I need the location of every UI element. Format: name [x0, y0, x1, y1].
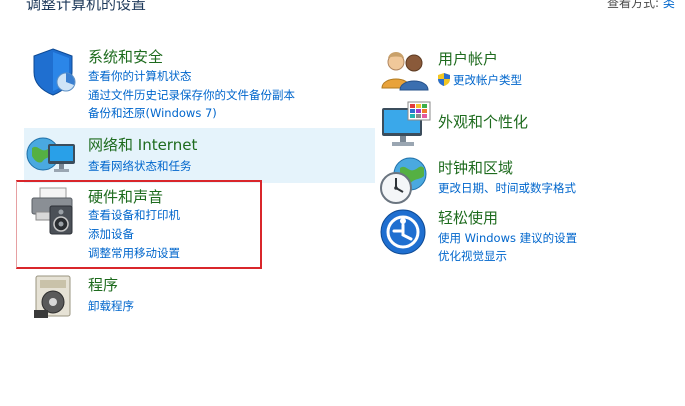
link-backup-restore[interactable]: 备份和还原(Windows 7) [88, 105, 217, 121]
network-globe-icon [26, 137, 75, 172]
view-by-value[interactable]: 类 [663, 0, 675, 10]
category-title-network-internet[interactable]: 网络和 Internet [88, 134, 197, 155]
link-optimize-visual-display[interactable]: 优化视觉显示 [438, 248, 507, 264]
page-title: 调整计算机的设置 [26, 0, 147, 13]
link-change-account-type-label: 更改帐户类型 [453, 73, 522, 87]
view-by-label: 查看方式: [607, 0, 660, 10]
link-add-device[interactable]: 添加设备 [88, 226, 134, 242]
category-programs: 程序 卸载程序 [24, 272, 254, 322]
printer-speaker-icon[interactable] [26, 186, 78, 236]
category-title-system-security[interactable]: 系统和安全 [88, 46, 163, 67]
category-system-security: 系统和安全 查看你的计算机状态 通过文件历史记录保存你的文件备份副本 备份和还原… [24, 42, 364, 122]
link-file-history[interactable]: 通过文件历史记录保存你的文件备份副本 [88, 87, 295, 103]
ease-of-access-icon[interactable] [380, 209, 426, 255]
link-windows-suggested-settings[interactable]: 使用 Windows 建议的设置 [438, 230, 577, 246]
category-network-internet[interactable]: 网络和 Internet 查看网络状态和任务 [24, 128, 375, 183]
appearance-monitor-icon[interactable] [380, 100, 432, 150]
control-panel-page: 调整计算机的设置 查看方式: 类 系统和安全 查看你的计算机状态 通过文件历史记… [0, 0, 685, 406]
category-title-programs[interactable]: 程序 [88, 274, 118, 295]
category-clock-region: 时钟和区域 更改日期、时间或数字格式 [378, 154, 678, 204]
category-title-appearance[interactable]: 外观和个性化 [438, 111, 528, 132]
link-mobility-settings[interactable]: 调整常用移动设置 [88, 245, 180, 261]
view-by[interactable]: 查看方式: 类 [607, 0, 675, 11]
link-devices-printers[interactable]: 查看设备和打印机 [88, 207, 180, 223]
category-title-ease-of-access[interactable]: 轻松使用 [438, 207, 498, 228]
link-network-status[interactable]: 查看网络状态和任务 [88, 158, 192, 174]
category-appearance: 外观和个性化 [378, 100, 678, 150]
category-title-clock-region[interactable]: 时钟和区域 [438, 157, 513, 178]
users-icon[interactable] [380, 48, 430, 92]
category-title-user-accounts[interactable]: 用户帐户 [438, 48, 498, 69]
uac-shield-icon [438, 73, 450, 86]
link-view-computer-status[interactable]: 查看你的计算机状态 [88, 68, 192, 84]
category-user-accounts: 用户帐户 更改帐户类型 [378, 46, 678, 96]
category-ease-of-access: 轻松使用 使用 Windows 建议的设置 优化视觉显示 [378, 205, 678, 265]
programs-disc-icon[interactable] [32, 274, 76, 320]
category-hardware-sound: 硬件和声音 查看设备和打印机 添加设备 调整常用移动设置 [24, 184, 254, 264]
category-title-hardware-sound[interactable]: 硬件和声音 [88, 186, 163, 207]
link-uninstall-program[interactable]: 卸载程序 [88, 298, 134, 314]
clock-globe-icon[interactable] [378, 156, 430, 206]
link-change-date-time-format[interactable]: 更改日期、时间或数字格式 [438, 180, 576, 196]
shield-icon[interactable] [28, 46, 78, 96]
link-change-account-type[interactable]: 更改帐户类型 [438, 72, 522, 88]
